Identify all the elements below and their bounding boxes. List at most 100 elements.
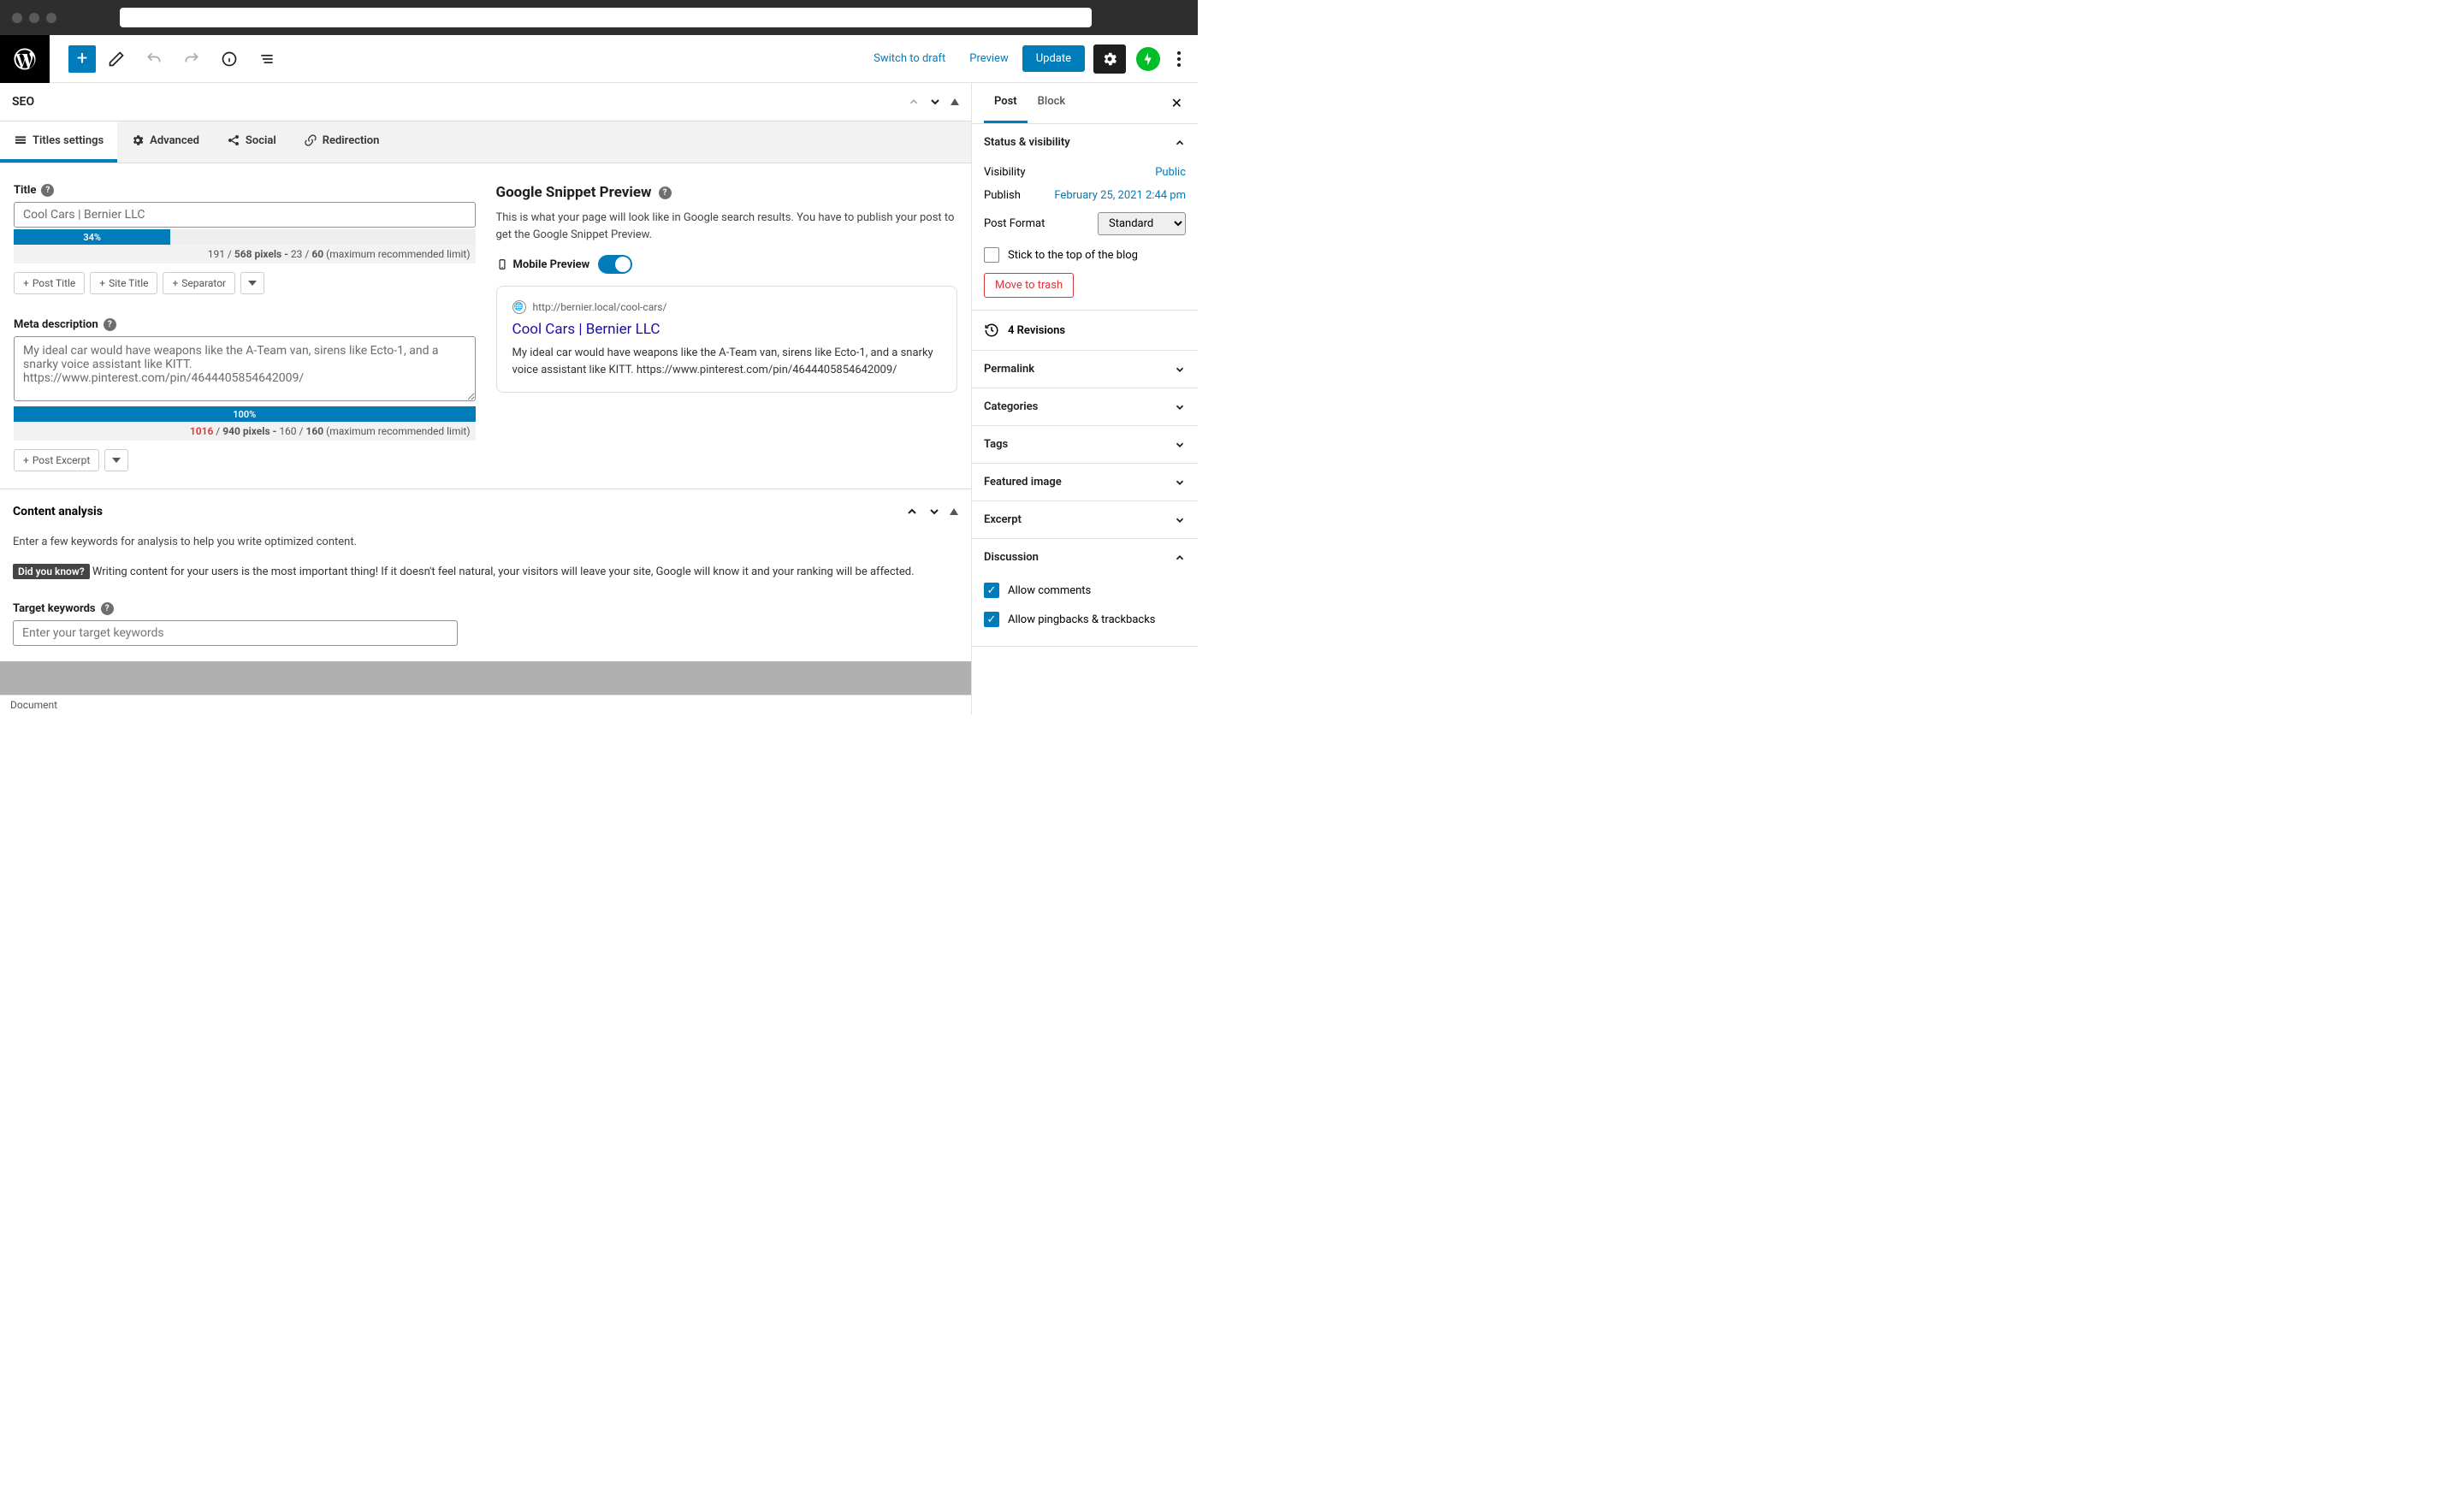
move-to-trash-button[interactable]: Move to trash xyxy=(984,273,1074,298)
more-variables-button[interactable] xyxy=(240,272,264,294)
redo-button[interactable] xyxy=(175,42,209,76)
collapse-up-icon[interactable] xyxy=(950,508,958,515)
snippet-heading: Google Snippet Preview xyxy=(496,184,652,201)
meta-description-input[interactable]: My ideal car would have weapons like the… xyxy=(14,336,476,401)
mobile-preview-label: Mobile Preview xyxy=(513,258,590,271)
chevron-up-icon xyxy=(1174,137,1186,149)
add-site-title-button[interactable]: + Site Title xyxy=(90,272,157,294)
add-separator-button[interactable]: + Separator xyxy=(163,272,235,294)
excerpt-header[interactable]: Excerpt xyxy=(972,501,1198,538)
chevron-up-icon xyxy=(1174,552,1186,564)
publish-value[interactable]: February 25, 2021 2:44 pm xyxy=(1054,189,1186,202)
settings-sidebar: Post Block ✕ Status & visibility Visibil… xyxy=(971,83,1198,714)
google-snippet-preview: 🌐 http://bernier.local/cool-cars/ Cool C… xyxy=(496,286,958,393)
tab-redirection[interactable]: Redirection xyxy=(290,121,394,163)
stick-label: Stick to the top of the blog xyxy=(1008,249,1138,262)
close-sidebar-button[interactable]: ✕ xyxy=(1168,83,1186,123)
title-progress: 34% xyxy=(14,229,170,245)
seo-panel-title: SEO xyxy=(12,95,34,109)
help-icon[interactable]: ? xyxy=(104,318,116,331)
meta-progress: 100% xyxy=(14,406,476,422)
title-label: Title xyxy=(14,184,36,197)
stick-checkbox[interactable] xyxy=(984,247,999,263)
info-button[interactable] xyxy=(212,42,246,76)
analysis-tip: Did you know? Writing content for your u… xyxy=(13,564,958,582)
help-icon[interactable]: ? xyxy=(41,184,54,197)
tags-header[interactable]: Tags xyxy=(972,426,1198,463)
preview-button[interactable]: Preview xyxy=(959,45,1018,72)
mobile-icon xyxy=(496,258,508,270)
analysis-intro: Enter a few keywords for analysis to hel… xyxy=(13,536,958,548)
settings-button[interactable] xyxy=(1093,44,1126,74)
meta-label: Meta description xyxy=(14,318,98,331)
sidebar-tab-block[interactable]: Block xyxy=(1028,83,1075,123)
snippet-text: My ideal car would have weapons like the… xyxy=(512,345,942,378)
close-window-button[interactable] xyxy=(12,13,22,23)
maximize-window-button[interactable] xyxy=(46,13,56,23)
jetpack-icon[interactable] xyxy=(1136,47,1160,71)
featured-image-header[interactable]: Featured image xyxy=(972,464,1198,500)
minimize-window-button[interactable] xyxy=(29,13,39,23)
keywords-label: Target keywords xyxy=(13,602,96,615)
allow-pingbacks-label: Allow pingbacks & trackbacks xyxy=(1008,613,1156,626)
seo-title-input[interactable] xyxy=(14,202,476,228)
categories-header[interactable]: Categories xyxy=(972,388,1198,425)
footer-document[interactable]: Document xyxy=(10,699,57,711)
allow-pingbacks-checkbox[interactable]: ✓ xyxy=(984,612,999,627)
meta-stats: 1016 / 940 pixels - 160 / 160 (maximum r… xyxy=(14,422,476,441)
status-visibility-header[interactable]: Status & visibility xyxy=(972,124,1198,161)
chevron-down-icon[interactable] xyxy=(928,95,942,109)
update-button[interactable]: Update xyxy=(1022,45,1085,72)
window-titlebar xyxy=(0,0,1198,35)
traffic-lights xyxy=(12,13,56,23)
switch-to-draft-button[interactable]: Switch to draft xyxy=(863,45,956,72)
tab-advanced[interactable]: Advanced xyxy=(117,121,213,163)
editor-content: SEO Titles settings Advanced xyxy=(0,83,971,714)
post-format-select[interactable]: Standard xyxy=(1098,212,1186,235)
add-post-title-button[interactable]: + Post Title xyxy=(14,272,85,294)
globe-icon: 🌐 xyxy=(512,300,526,314)
target-keywords-input[interactable] xyxy=(13,620,458,646)
chevron-down-icon xyxy=(1174,401,1186,413)
collapse-up-icon[interactable] xyxy=(951,98,959,105)
outline-button[interactable] xyxy=(250,42,284,76)
tab-titles-settings[interactable]: Titles settings xyxy=(0,121,117,163)
revisions-row[interactable]: 4 Revisions xyxy=(972,311,1198,351)
title-stats: 191 / 568 pixels - 23 / 60 (maximum reco… xyxy=(14,245,476,263)
mobile-preview-toggle[interactable] xyxy=(598,255,632,274)
wordpress-logo[interactable] xyxy=(0,35,50,83)
chevron-up-icon[interactable] xyxy=(908,96,920,108)
sidebar-tab-post[interactable]: Post xyxy=(984,83,1028,123)
snippet-desc: This is what your page will look like in… xyxy=(496,210,958,243)
discussion-header[interactable]: Discussion xyxy=(972,539,1198,576)
chevron-down-icon xyxy=(1174,514,1186,526)
allow-comments-label: Allow comments xyxy=(1008,584,1091,597)
add-post-excerpt-button[interactable]: + Post Excerpt xyxy=(14,449,99,471)
more-variables-button[interactable] xyxy=(104,449,128,471)
help-icon[interactable]: ? xyxy=(659,187,672,199)
snippet-title: Cool Cars | Bernier LLC xyxy=(512,321,942,338)
visibility-value[interactable]: Public xyxy=(1155,166,1186,179)
editor-footer: Document xyxy=(0,695,971,714)
editor-toolbar: + Switch to draft Preview Update xyxy=(0,35,1198,83)
more-options-button[interactable] xyxy=(1167,44,1191,74)
chevron-down-icon xyxy=(1174,477,1186,489)
add-block-button[interactable]: + xyxy=(68,45,96,73)
chevron-down-icon xyxy=(1174,439,1186,451)
snippet-url: http://bernier.local/cool-cars/ xyxy=(533,301,667,313)
browser-url-bar[interactable] xyxy=(120,8,1092,27)
permalink-header[interactable]: Permalink xyxy=(972,351,1198,388)
tab-social[interactable]: Social xyxy=(213,121,290,163)
history-icon xyxy=(984,323,999,338)
content-analysis-title: Content analysis xyxy=(13,505,103,518)
help-icon[interactable]: ? xyxy=(101,602,114,615)
chevron-up-icon[interactable] xyxy=(905,505,919,518)
edit-mode-button[interactable] xyxy=(99,42,133,76)
chevron-down-icon xyxy=(1174,364,1186,376)
publish-label: Publish xyxy=(984,189,1021,202)
visibility-label: Visibility xyxy=(984,166,1026,179)
format-label: Post Format xyxy=(984,217,1045,230)
undo-button[interactable] xyxy=(137,42,171,76)
allow-comments-checkbox[interactable]: ✓ xyxy=(984,583,999,598)
chevron-down-icon[interactable] xyxy=(927,505,941,518)
